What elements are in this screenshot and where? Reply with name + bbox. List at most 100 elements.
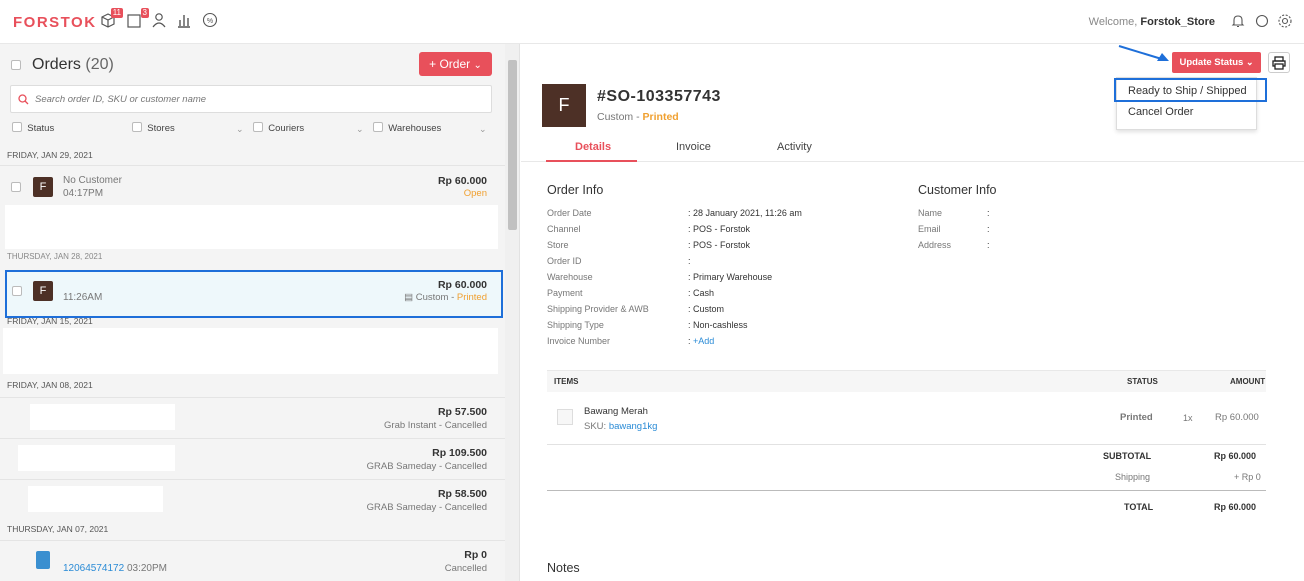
order-amount: Rp 60.000 — [437, 175, 487, 187]
order-amount: Rp 58.500 — [437, 488, 487, 500]
subtotal-value: Rp 60.000 — [1214, 451, 1257, 461]
refresh-icon[interactable] — [1254, 13, 1270, 29]
item-sku: SKU: bawang1kg — [584, 421, 658, 432]
order-amount: Rp 109.500 — [432, 447, 487, 459]
order-info-title: Order Info — [547, 183, 604, 197]
redacted-info — [28, 486, 163, 512]
promotion-icon[interactable]: % — [202, 12, 220, 30]
order-info-label: Order ID — [547, 256, 582, 266]
channel-logo — [36, 551, 50, 569]
filter-status[interactable]: Status⌄ — [12, 122, 140, 134]
order-info-label: Shipping Type — [547, 320, 604, 330]
order-time: 04:17PM — [63, 188, 104, 199]
order-info-label: Order Date — [547, 208, 592, 218]
highlight-box — [1114, 78, 1267, 102]
orders-list-panel: Orders (20) + Order ⌄ Search order ID, S… — [0, 44, 520, 581]
select-all-checkbox[interactable] — [11, 60, 21, 70]
order-info-value: : +Add — [688, 336, 715, 346]
date-header: THURSDAY, JAN 07, 2021 — [7, 524, 109, 534]
forstok-logo[interactable]: FORSTOK — [13, 14, 97, 31]
order-row[interactable]: 12064574172 03:20PM Rp 0 Cancelled — [0, 540, 505, 581]
order-info-value: : Cash — [688, 288, 715, 298]
customer-info-value: : — [987, 240, 990, 250]
order-status: ▤ Custom - Printed — [404, 292, 487, 303]
filter-warehouses[interactable]: Warehouses ⌄ — [373, 122, 487, 134]
order-amount: Rp 0 — [464, 549, 487, 561]
order-number: #SO-103357743 — [597, 88, 721, 105]
shipping-label: Shipping — [1115, 472, 1151, 482]
order-info-value: : 28 January 2021, 11:26 am — [688, 208, 802, 218]
order-row[interactable]: Rp 57.500 Grab Instant - Cancelled — [0, 397, 505, 438]
customer-info-value: : — [987, 224, 990, 234]
order-time: 11:26AM — [63, 292, 103, 303]
store-name: Forstok_Store — [1140, 16, 1215, 28]
order-id-time: 12064574172 03:20PM — [63, 563, 167, 574]
customer-info-title: Customer Info — [918, 183, 997, 197]
item-name: Bawang Merah — [584, 406, 648, 417]
redacted-info — [30, 404, 175, 430]
filter-couriers[interactable]: Couriers ⌄ — [253, 122, 364, 134]
tab-activity[interactable]: Activity — [777, 141, 812, 153]
product-image-icon — [557, 409, 573, 425]
row-checkbox[interactable] — [12, 286, 22, 296]
order-info-value: : POS - Forstok — [688, 224, 751, 234]
order-subtitle: Custom - Printed — [597, 111, 679, 123]
notes-title: Notes — [547, 561, 580, 575]
inventory-badge: 3 — [140, 8, 149, 18]
customer-name: No Customer — [63, 175, 122, 186]
order-info-label: Warehouse — [547, 272, 593, 282]
tab-details[interactable]: Details — [575, 141, 611, 153]
order-row[interactable]: Rp 58.500 GRAB Sameday - Cancelled — [0, 479, 505, 520]
date-header: FRIDAY, JAN 08, 2021 — [7, 380, 93, 390]
search-icon — [18, 94, 29, 105]
customer-info-label: Email — [918, 224, 941, 234]
total-value: Rp 60.000 — [1214, 502, 1257, 512]
total-label: TOTAL — [1124, 502, 1154, 512]
tab-invoice[interactable]: Invoice — [676, 141, 711, 153]
order-amount: Rp 57.500 — [437, 406, 487, 418]
printer-icon — [1272, 56, 1286, 70]
gear-icon[interactable] — [1277, 13, 1293, 29]
add-order-button[interactable]: + Order ⌄ — [419, 52, 492, 76]
channel-avatar: F — [33, 177, 53, 197]
pointer-arrow-icon — [1118, 45, 1169, 61]
order-detail-panel: Update Status ⌄ Ready to Ship / Shipped … — [521, 44, 1304, 581]
channel-avatar: F — [33, 281, 53, 301]
order-status: Cancelled — [444, 563, 487, 574]
order-status: GRAB Sameday - Cancelled — [366, 502, 487, 513]
add-invoice-link[interactable]: +Add — [693, 336, 714, 346]
order-info-label: Invoice Number — [547, 336, 611, 346]
active-tab-underline — [546, 160, 637, 162]
print-button[interactable] — [1268, 52, 1290, 73]
date-header: THURSDAY, JAN 28, 2021 — [7, 252, 103, 261]
user-icon[interactable] — [151, 12, 169, 30]
item-amount: Rp 60.000 — [1215, 412, 1259, 423]
report-chart-icon[interactable] — [176, 12, 194, 30]
order-status: Grab Instant - Cancelled — [384, 420, 487, 431]
order-row[interactable]: Rp 109.500 GRAB Sameday - Cancelled — [0, 438, 505, 479]
order-row-selected[interactable]: F 11:26AM Rp 60.000 ▤ Custom - Printed — [5, 270, 503, 318]
order-info-label: Channel — [547, 224, 581, 234]
redacted-row — [3, 328, 498, 374]
row-checkbox[interactable] — [11, 182, 21, 192]
items-table-header: ITEMS STATUS AMOUNT — [547, 370, 1266, 392]
menu-item-cancel-order[interactable]: Cancel Order — [1128, 106, 1193, 118]
filter-stores[interactable]: Stores ⌄ — [132, 122, 244, 134]
order-avatar: F — [542, 84, 586, 127]
update-status-button[interactable]: Update Status ⌄ — [1172, 52, 1261, 73]
order-row[interactable]: F No Customer 04:17PM Rp 60.000 Open — [0, 165, 505, 205]
search-placeholder: Search order ID, SKU or customer name — [35, 94, 207, 105]
date-header: FRIDAY, JAN 15, 2021 — [7, 316, 93, 326]
search-input[interactable]: Search order ID, SKU or customer name — [10, 85, 492, 113]
welcome-text: Welcome, Forstok_Store — [1088, 16, 1215, 28]
order-info-value: : — [688, 256, 691, 266]
orders-title: Orders (20) — [32, 56, 114, 73]
order-status: GRAB Sameday - Cancelled — [366, 461, 487, 472]
orders-box-icon[interactable]: 11 — [100, 8, 123, 30]
redacted-info — [18, 445, 175, 471]
list-scroll-thumb[interactable] — [508, 60, 517, 230]
inventory-icon[interactable]: 3 — [126, 8, 149, 30]
item-status: Printed — [1120, 412, 1153, 423]
bell-icon[interactable] — [1230, 13, 1246, 29]
divider — [547, 490, 1266, 491]
